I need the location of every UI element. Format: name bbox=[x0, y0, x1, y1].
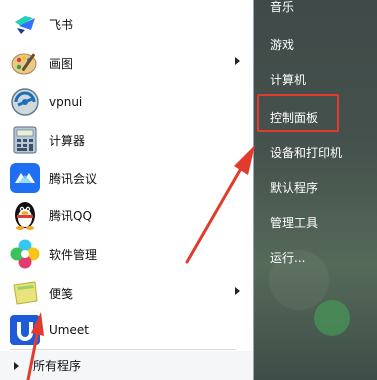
start-menu: 飞书 画图 vpnui 计算器 腾讯会议 腾讯QQ 软件管理 便笺 Umeet … bbox=[0, 0, 377, 380]
annotation-arrow-icon bbox=[26, 312, 44, 380]
annotation-arrows bbox=[26, 145, 255, 380]
annotation-arrow-icon bbox=[185, 145, 255, 264]
